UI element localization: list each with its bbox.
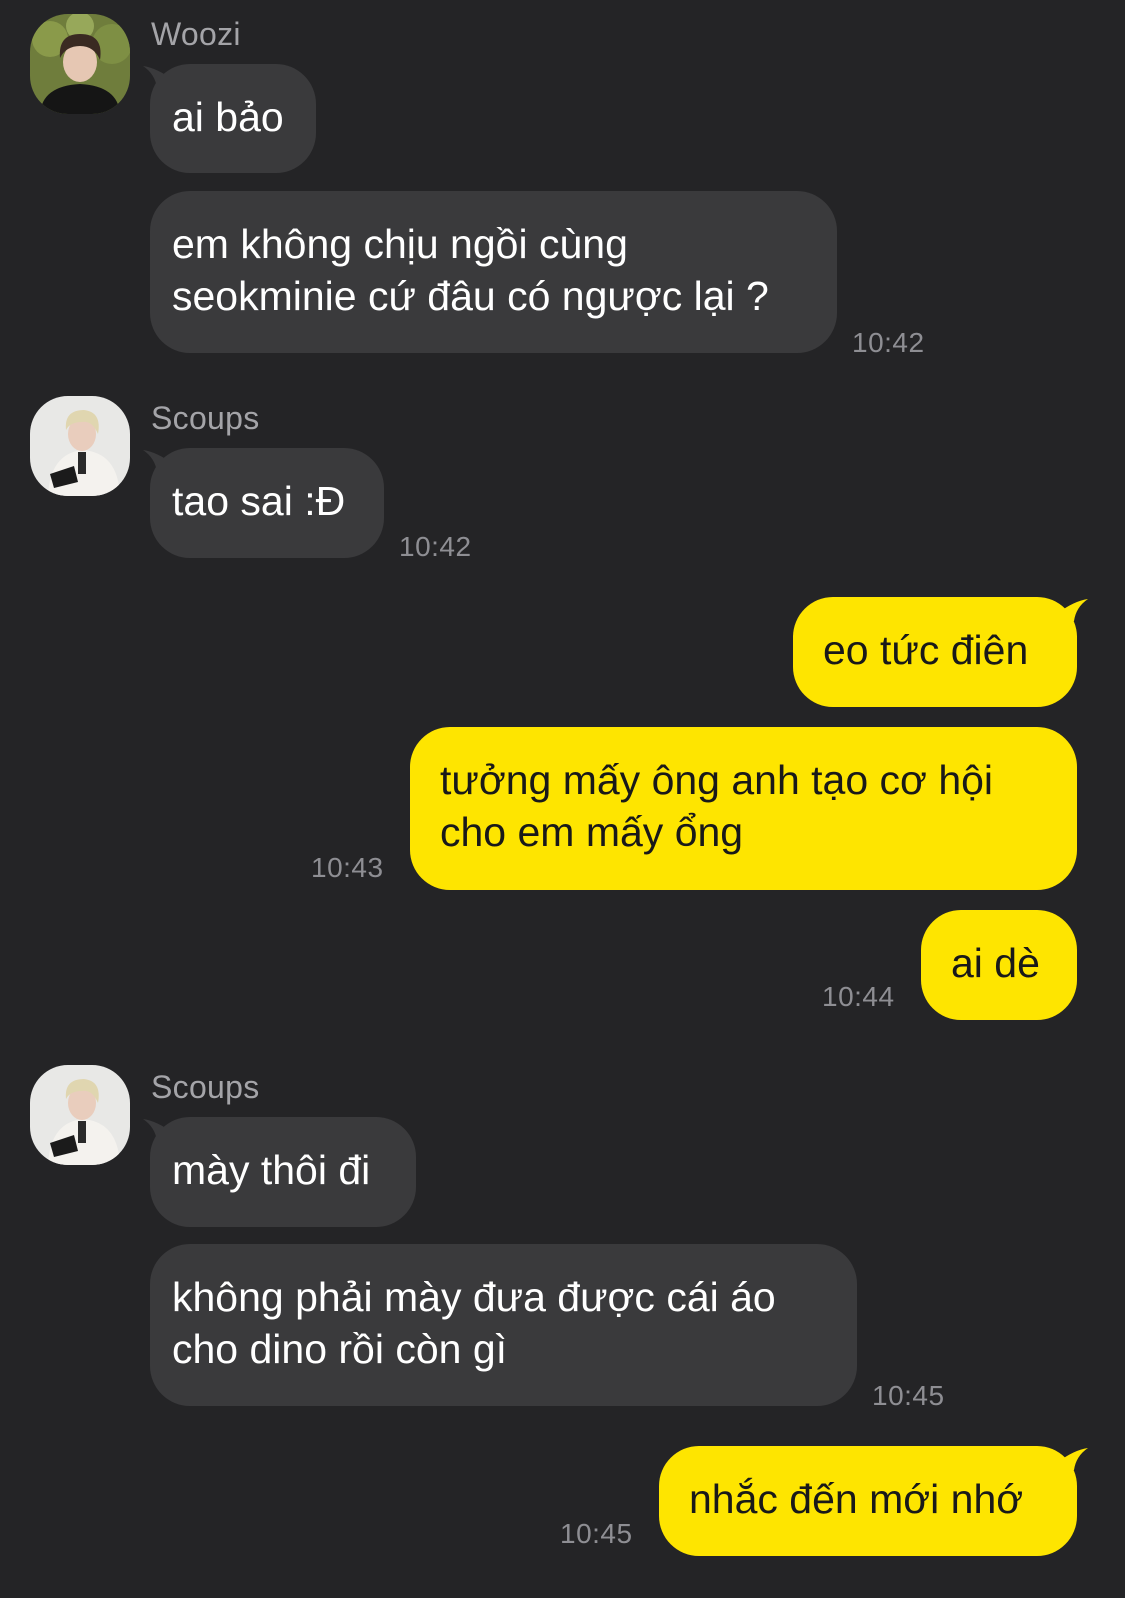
chat-message-list[interactable]: Woozi ai bảo em không chịu ngồi cùng seo… — [0, 0, 1125, 1598]
message-timestamp: 10:45 — [560, 1518, 633, 1549]
message-bubble[interactable]: ai bảo — [150, 64, 316, 173]
sender-name: Scoups — [151, 1069, 260, 1105]
message-timestamp: 10:42 — [852, 327, 925, 358]
message-timestamp: 10:42 — [399, 531, 472, 562]
profile-photo-icon — [30, 1065, 130, 1165]
sender-name: Woozi — [151, 16, 241, 52]
profile-photo-icon — [30, 14, 130, 114]
message-bubble[interactable]: em không chịu ngồi cùng seokminie cứ đâu… — [150, 191, 837, 353]
avatar-scoups[interactable] — [30, 1065, 130, 1165]
sender-name: Scoups — [151, 400, 260, 436]
message-bubble[interactable]: nhắc đến mới nhớ — [659, 1446, 1077, 1556]
message-timestamp: 10:43 — [311, 852, 384, 883]
message-timestamp: 10:45 — [872, 1380, 945, 1411]
avatar-scoups[interactable] — [30, 396, 130, 496]
message-bubble[interactable]: ai dè — [921, 910, 1077, 1020]
message-timestamp: 10:44 — [822, 981, 895, 1012]
message-bubble[interactable]: mày thôi đi — [150, 1117, 416, 1227]
message-bubble[interactable]: eo tức điên — [793, 597, 1077, 707]
message-bubble[interactable]: không phải mày đưa được cái áo cho dino … — [150, 1244, 857, 1406]
message-bubble[interactable]: tưởng mấy ông anh tạo cơ hội cho em mấy … — [410, 727, 1077, 890]
avatar-woozi[interactable] — [30, 14, 130, 114]
profile-photo-icon — [30, 396, 130, 496]
message-bubble[interactable]: tao sai :Đ — [150, 448, 384, 558]
